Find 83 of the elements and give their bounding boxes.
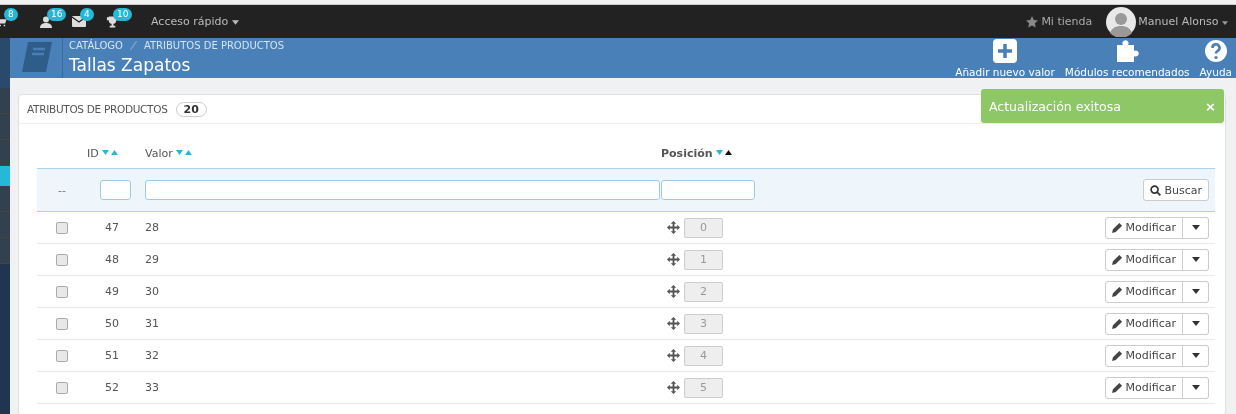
edit-button[interactable]: Modificar (1104, 376, 1183, 399)
search-button[interactable]: Buscar (1143, 179, 1209, 201)
dropdown-button[interactable] (1183, 376, 1209, 399)
page-title: Tallas Zapatos (69, 55, 192, 75)
user-menu[interactable]: Manuel Alonso (1138, 15, 1228, 28)
pencil-icon (1111, 382, 1123, 393)
table-cell: 48 (105, 253, 119, 266)
toolbar-button[interactable]: Ayuda (1199, 38, 1232, 78)
dropdown-button[interactable] (1183, 280, 1209, 303)
dropdown-button[interactable] (1183, 312, 1209, 335)
edit-button[interactable]: Modificar (1104, 248, 1183, 271)
row-checkbox[interactable] (56, 349, 68, 362)
caret-icon (1191, 257, 1200, 262)
caret-icon (1191, 321, 1200, 326)
notification-badge: 16 (47, 8, 67, 21)
quick-access-menu[interactable]: Acceso rápido (151, 15, 239, 28)
move-icon[interactable] (667, 221, 680, 234)
table-cell: 32 (145, 349, 159, 362)
row-checkbox[interactable] (56, 221, 68, 234)
pencil-icon (1111, 286, 1123, 297)
row-checkbox[interactable] (56, 285, 68, 298)
table-cell: 30 (145, 285, 159, 298)
reset-text: -- (58, 183, 66, 197)
table-cell: 28 (145, 221, 159, 234)
caret-icon (1191, 225, 1200, 230)
caret-icon (1222, 21, 1228, 25)
avatar-icon[interactable] (1106, 6, 1137, 37)
search-icon (1150, 184, 1162, 196)
position-value: 2 (684, 281, 723, 302)
move-icon[interactable] (667, 317, 680, 330)
caret-icon (231, 20, 239, 25)
notification-badge: 10 (113, 8, 133, 21)
move-icon[interactable] (667, 349, 680, 362)
pencil-icon (1111, 254, 1123, 265)
table-cell: 50 (105, 317, 119, 330)
caret-icon (1191, 353, 1200, 358)
sort-icon[interactable] (715, 150, 733, 156)
table-cell: 52 (105, 381, 119, 394)
table-cell: 33 (145, 381, 159, 394)
row-checkbox[interactable] (56, 381, 68, 394)
edit-button[interactable]: Modificar (1104, 344, 1183, 367)
table-cell: 49 (105, 285, 119, 298)
panel-title: ATRIBUTOS DE PRODUCTOS (27, 103, 168, 115)
caret-icon (1191, 385, 1200, 390)
shop-link[interactable]: Mi tienda (1041, 15, 1093, 28)
column-header[interactable]: ID (87, 146, 99, 160)
position-value: 5 (684, 377, 723, 398)
edit-button[interactable]: Modificar (1104, 280, 1183, 303)
puzzle-icon (1115, 38, 1140, 63)
table-cell: 47 (105, 221, 119, 234)
user-icon[interactable] (40, 15, 52, 28)
table-cell: 31 (145, 317, 159, 330)
row-checkbox[interactable] (56, 317, 68, 330)
move-icon[interactable] (667, 381, 680, 394)
table-cell: 29 (145, 253, 159, 266)
position-filter-field[interactable] (661, 180, 755, 200)
toolbar-button[interactable]: Módulos recomendados (1064, 38, 1190, 78)
position-value: 4 (684, 345, 723, 366)
dropdown-button[interactable] (1183, 344, 1209, 367)
dropdown-button[interactable] (1183, 216, 1209, 239)
position-value: 3 (684, 313, 723, 334)
dropdown-button[interactable] (1183, 248, 1209, 271)
move-icon[interactable] (667, 253, 680, 266)
notification-badge: 4 (80, 8, 94, 21)
column-header[interactable]: Valor (145, 146, 173, 160)
edit-button[interactable]: Modificar (1104, 312, 1183, 335)
position-value: 0 (684, 217, 723, 238)
edit-button[interactable]: Modificar (1104, 216, 1183, 239)
pencil-icon (1111, 350, 1123, 361)
caret-icon (1191, 289, 1200, 294)
star-icon (1026, 15, 1039, 28)
toolbar-button[interactable]: Añadir nuevo valor (955, 38, 1055, 78)
id-filter-field[interactable] (100, 180, 131, 200)
notification-text: Actualización exitosa (989, 98, 1122, 114)
value-filter-field[interactable] (145, 180, 660, 200)
pencil-icon (1111, 222, 1123, 233)
pencil-icon (1111, 318, 1123, 329)
row-checkbox[interactable] (56, 253, 68, 266)
move-icon[interactable] (667, 285, 680, 298)
column-header[interactable]: Posición (661, 146, 713, 160)
notification-badge: 8 (4, 8, 18, 21)
position-value: 1 (684, 249, 723, 270)
table-cell: 51 (105, 349, 119, 362)
